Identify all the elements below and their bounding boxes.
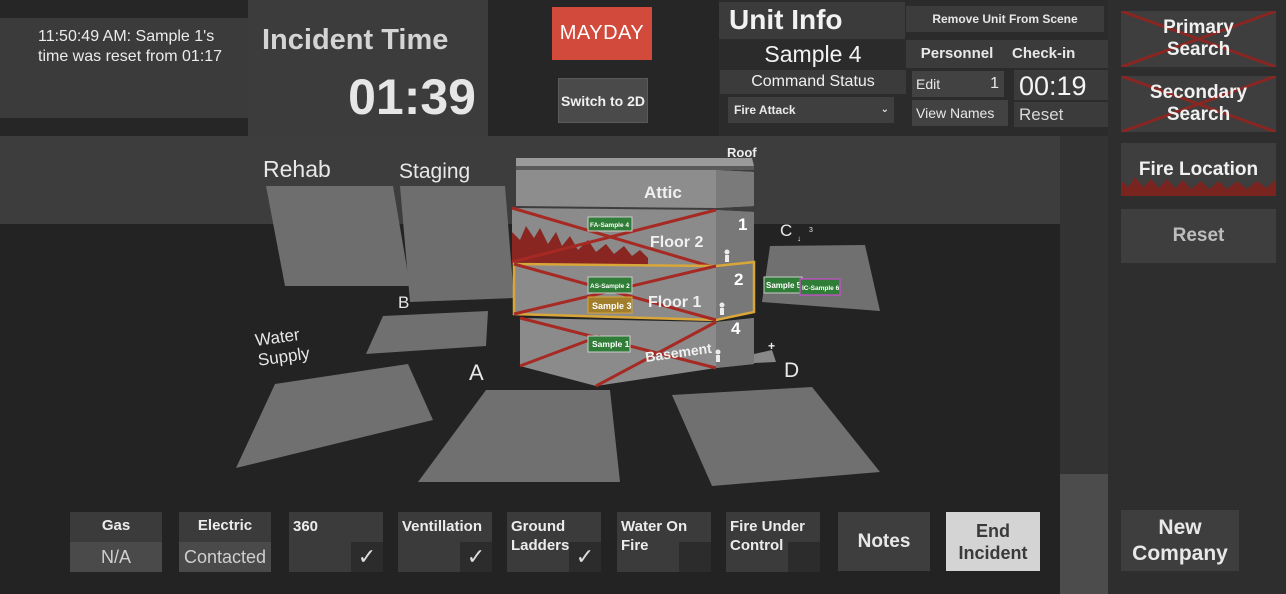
checkbox-fire-under-control[interactable]: Fire Under Control [726,512,820,572]
attic-label: Attic [644,183,682,202]
end-incident-button[interactable]: End Incident [946,512,1040,571]
checkin-timer: 00:19 [1014,70,1108,101]
unit-tag[interactable]: AS-Sample 2 [587,276,633,294]
svg-text:FA-Sample 4: FA-Sample 4 [590,222,629,229]
checkbox-360[interactable]: 360 ✓ [289,512,383,572]
electric-label: Electric [197,517,253,534]
marker-icon: ↓ [797,234,801,243]
checkmark-icon[interactable]: ✓ [351,542,383,572]
svg-text:Sample 3: Sample 3 [592,301,632,311]
incident-time-value: 01:39 [348,69,476,125]
end-incident-label-2: Incident [958,542,1028,563]
roof-label: Roof [727,145,757,160]
checkmark-icon[interactable]: ✓ [460,542,492,572]
secondary-search-label-1: Secondary [1149,82,1248,103]
unit-tag[interactable]: Sample 5 [763,276,803,294]
unit-tag[interactable]: FA-Sample 4 [587,216,633,232]
gas-value: N/A [70,542,162,572]
edit-personnel-button[interactable]: Edit 1 [912,71,1004,97]
reset-label: Reset [1172,225,1225,246]
water-supply-pad[interactable] [236,364,433,468]
new-company-button[interactable]: New Company [1121,510,1239,571]
floor-2-label: Floor 2 [650,234,703,251]
floor-1-label: Floor 1 [648,294,701,311]
checkbox-water-on-fire[interactable]: Water On Fire [617,512,711,572]
checkbox-empty[interactable] [679,542,711,572]
unit-tag-selected[interactable]: Sample 3 [587,296,633,314]
side-a-label: A [469,360,484,385]
remove-unit-button[interactable]: Remove Unit From Scene [906,6,1104,32]
primary-search-label-2: Search [1166,39,1231,60]
scrollbar-thumb[interactable] [1060,474,1108,594]
checkbox-empty[interactable] [788,542,820,572]
staging-label: Staging [399,160,470,183]
command-status-select[interactable]: Fire Attack ⌄ [728,97,894,123]
rehab-pad[interactable] [266,186,410,286]
unit-tag[interactable]: IC-Sample 6 [799,278,841,296]
command-status-value: Fire Attack [734,103,796,117]
checkmark-icon[interactable]: ✓ [569,542,601,572]
incident-time-title: Incident Time [262,24,449,56]
mayday-button[interactable]: MAYDAY [552,7,652,60]
checkin-label: Check-in [1008,40,1108,68]
side-c-count: 3 [809,227,813,234]
checkbox-ground-ladders[interactable]: Ground Ladders ✓ [507,512,601,572]
primary-search-button[interactable]: Primary Search [1121,11,1276,67]
svg-text:AS-Sample 2: AS-Sample 2 [590,283,630,290]
secondary-search-button[interactable]: Secondary Search [1121,76,1276,132]
svg-text:Sample 1: Sample 1 [592,339,630,349]
event-log: 11:50:49 AM: Sample 1's time was reset f… [0,18,248,118]
reset-button[interactable]: Reset [1121,209,1276,263]
floor-2-count: 1 [738,215,747,234]
side-d-pad[interactable] [672,387,880,486]
staging-pad[interactable] [400,186,514,302]
new-company-label-1: New [1158,515,1202,539]
unit-info-title: Unit Info [719,2,905,39]
side-c-label: C [780,221,792,240]
switch-2d-button[interactable]: Switch to 2D [558,78,648,123]
unit-name: Sample 4 [764,41,862,67]
primary-search-label-1: Primary [1163,17,1234,38]
checkbox-ventilation[interactable]: Ventillation ✓ [398,512,492,572]
unit-tag[interactable]: Sample 1 [587,335,631,353]
log-message: 11:50:49 AM: Sample 1's time was reset f… [38,28,223,65]
command-status-label: Command Status [720,70,906,94]
fire-location-button[interactable]: Fire Location [1121,143,1276,196]
notes-button[interactable]: Notes [838,512,930,571]
personnel-count: 1 [990,75,999,92]
incident-timer: Incident Time 01:39 [248,0,488,136]
svg-text:Sample 5: Sample 5 [766,281,802,290]
secondary-search-label-2: Search [1166,104,1231,125]
ground-ladders-label: Ground Ladders [511,518,570,554]
side-a-pad[interactable] [418,390,620,482]
ventilation-label: Ventillation [402,518,483,535]
add-icon[interactable]: + [768,339,775,353]
end-incident-label-1: End [976,520,1010,541]
gas-label: Gas [101,517,131,534]
view-names-button[interactable]: View Names [912,100,1008,126]
electric-value: Contacted [179,542,271,572]
side-b-pad[interactable] [366,311,488,354]
floor-1-count: 2 [734,270,743,289]
rehab-label: Rehab [263,156,331,182]
label-360: 360 [293,518,319,535]
side-b-label: B [398,293,409,312]
personnel-label: Personnel [906,40,1008,68]
edit-label: Edit [916,76,941,92]
basement-count: 4 [731,319,741,338]
reset-checkin-button[interactable]: Reset [1014,102,1108,127]
svg-text:IC-Sample 6: IC-Sample 6 [802,285,840,292]
gas-status[interactable]: Gas N/A [70,512,162,572]
new-company-label-2: Company [1132,541,1228,565]
chevron-down-icon: ⌄ [880,104,889,115]
fire-location-label: Fire Location [1138,158,1259,180]
side-d-label: D [784,359,799,382]
electric-status[interactable]: Electric Contacted [179,512,271,572]
